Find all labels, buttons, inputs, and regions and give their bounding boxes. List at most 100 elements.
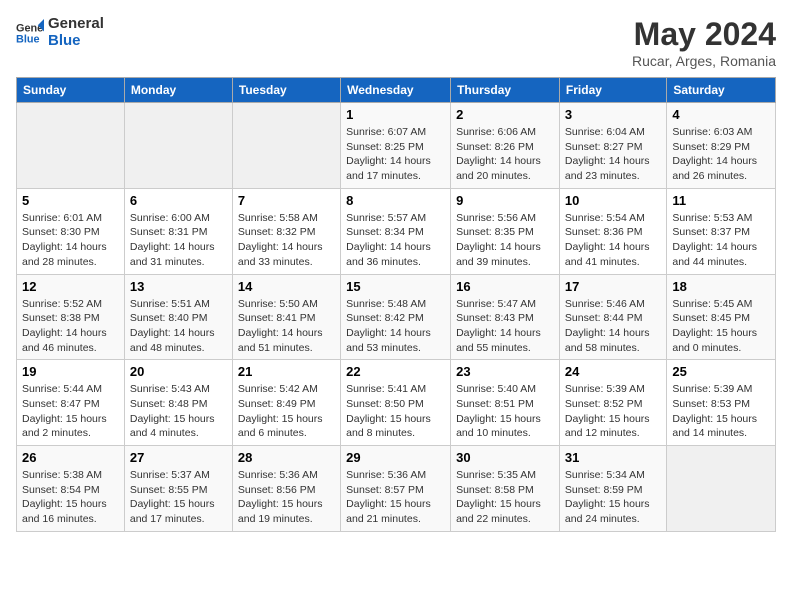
day-number: 22 bbox=[346, 364, 445, 379]
calendar-week-5: 26 Sunrise: 5:38 AM Sunset: 8:54 PM Dayli… bbox=[17, 446, 776, 532]
day-info: Sunrise: 5:40 AM Sunset: 8:51 PM Dayligh… bbox=[456, 382, 554, 441]
calendar-cell: 12Sunrise: 5:52 AM Sunset: 8:38 PM Dayli… bbox=[17, 274, 125, 360]
calendar-cell: 4Sunrise: 6:03 AM Sunset: 8:29 PM Daylig… bbox=[667, 103, 776, 189]
day-number: 27 bbox=[130, 450, 227, 465]
calendar-cell: 22 Sunrise: 5:41 AM Sunset: 8:50 PM Dayli… bbox=[341, 360, 451, 446]
calendar-week-2: 5 Sunrise: 6:01 AM Sunset: 8:30 PM Daylig… bbox=[17, 188, 776, 274]
logo: General Blue General Blue bbox=[16, 16, 104, 49]
calendar-cell: 25Sunrise: 5:39 AM Sunset: 8:53 PM Dayli… bbox=[667, 360, 776, 446]
day-info: Sunrise: 5:36 AM Sunset: 8:56 PM Dayligh… bbox=[238, 468, 335, 527]
day-number: 5 bbox=[22, 193, 119, 208]
day-info: Sunrise: 5:57 AM Sunset: 8:34 PM Dayligh… bbox=[346, 211, 445, 270]
day-info: Sunrise: 5:45 AM Sunset: 8:45 PM Dayligh… bbox=[672, 297, 770, 356]
day-number: 30 bbox=[456, 450, 554, 465]
day-info: Sunrise: 6:07 AM Sunset: 8:25 PM Dayligh… bbox=[346, 125, 445, 184]
calendar-cell: 31 Sunrise: 5:34 AM Sunset: 8:59 PM Dayli… bbox=[559, 446, 666, 532]
day-info: Sunrise: 5:36 AM Sunset: 8:57 PM Dayligh… bbox=[346, 468, 445, 527]
calendar-cell: 7Sunrise: 5:58 AM Sunset: 8:32 PM Daylig… bbox=[232, 188, 340, 274]
day-number: 15 bbox=[346, 279, 445, 294]
title-block: May 2024 Rucar, Arges, Romania bbox=[632, 16, 776, 69]
calendar-cell: 26 Sunrise: 5:38 AM Sunset: 8:54 PM Dayli… bbox=[17, 446, 125, 532]
day-info: Sunrise: 5:48 AM Sunset: 8:42 PM Dayligh… bbox=[346, 297, 445, 356]
calendar-cell: 2Sunrise: 6:06 AM Sunset: 8:26 PM Daylig… bbox=[451, 103, 560, 189]
day-info: Sunrise: 5:34 AM Sunset: 8:59 PM Dayligh… bbox=[565, 468, 661, 527]
day-number: 7 bbox=[238, 193, 335, 208]
calendar-week-1: 1Sunrise: 6:07 AM Sunset: 8:25 PM Daylig… bbox=[17, 103, 776, 189]
day-number: 9 bbox=[456, 193, 554, 208]
calendar-cell: 23 Sunrise: 5:40 AM Sunset: 8:51 PM Dayli… bbox=[451, 360, 560, 446]
weekday-header-thursday: Thursday bbox=[451, 78, 560, 103]
calendar-cell: 5 Sunrise: 6:01 AM Sunset: 8:30 PM Daylig… bbox=[17, 188, 125, 274]
weekday-header-monday: Monday bbox=[124, 78, 232, 103]
day-number: 8 bbox=[346, 193, 445, 208]
day-number: 24 bbox=[565, 364, 661, 379]
day-info: Sunrise: 5:39 AM Sunset: 8:53 PM Dayligh… bbox=[672, 382, 770, 441]
day-number: 2 bbox=[456, 107, 554, 122]
day-info: Sunrise: 5:44 AM Sunset: 8:47 PM Dayligh… bbox=[22, 382, 119, 441]
calendar-cell: 16Sunrise: 5:47 AM Sunset: 8:43 PM Dayli… bbox=[451, 274, 560, 360]
weekday-header-saturday: Saturday bbox=[667, 78, 776, 103]
day-info: Sunrise: 5:37 AM Sunset: 8:55 PM Dayligh… bbox=[130, 468, 227, 527]
day-info: Sunrise: 5:53 AM Sunset: 8:37 PM Dayligh… bbox=[672, 211, 770, 270]
day-number: 23 bbox=[456, 364, 554, 379]
day-number: 21 bbox=[238, 364, 335, 379]
calendar-cell: 30 Sunrise: 5:35 AM Sunset: 8:58 PM Dayli… bbox=[451, 446, 560, 532]
calendar-cell: 18 Sunrise: 5:45 AM Sunset: 8:45 PM Dayli… bbox=[667, 274, 776, 360]
location-subtitle: Rucar, Arges, Romania bbox=[632, 53, 776, 69]
day-number: 13 bbox=[130, 279, 227, 294]
day-number: 19 bbox=[22, 364, 119, 379]
calendar-cell: 8 Sunrise: 5:57 AM Sunset: 8:34 PM Daylig… bbox=[341, 188, 451, 274]
day-number: 12 bbox=[22, 279, 119, 294]
weekday-header-wednesday: Wednesday bbox=[341, 78, 451, 103]
day-info: Sunrise: 5:38 AM Sunset: 8:54 PM Dayligh… bbox=[22, 468, 119, 527]
day-number: 10 bbox=[565, 193, 661, 208]
day-info: Sunrise: 5:51 AM Sunset: 8:40 PM Dayligh… bbox=[130, 297, 227, 356]
day-number: 3 bbox=[565, 107, 661, 122]
weekday-header-friday: Friday bbox=[559, 78, 666, 103]
calendar-week-3: 12Sunrise: 5:52 AM Sunset: 8:38 PM Dayli… bbox=[17, 274, 776, 360]
calendar-cell: 27 Sunrise: 5:37 AM Sunset: 8:55 PM Dayli… bbox=[124, 446, 232, 532]
day-number: 28 bbox=[238, 450, 335, 465]
calendar-cell: 11 Sunrise: 5:53 AM Sunset: 8:37 PM Dayli… bbox=[667, 188, 776, 274]
day-info: Sunrise: 5:54 AM Sunset: 8:36 PM Dayligh… bbox=[565, 211, 661, 270]
day-info: Sunrise: 6:01 AM Sunset: 8:30 PM Dayligh… bbox=[22, 211, 119, 270]
calendar-cell: 15 Sunrise: 5:48 AM Sunset: 8:42 PM Dayli… bbox=[341, 274, 451, 360]
calendar-cell: 19 Sunrise: 5:44 AM Sunset: 8:47 PM Dayli… bbox=[17, 360, 125, 446]
svg-text:Blue: Blue bbox=[16, 33, 40, 45]
weekday-header-row: SundayMondayTuesdayWednesdayThursdayFrid… bbox=[17, 78, 776, 103]
day-number: 20 bbox=[130, 364, 227, 379]
day-info: Sunrise: 6:04 AM Sunset: 8:27 PM Dayligh… bbox=[565, 125, 661, 184]
day-number: 26 bbox=[22, 450, 119, 465]
day-number: 16 bbox=[456, 279, 554, 294]
calendar-cell: 17 Sunrise: 5:46 AM Sunset: 8:44 PM Dayli… bbox=[559, 274, 666, 360]
logo-general-text: General bbox=[48, 16, 104, 33]
calendar-cell: 20 Sunrise: 5:43 AM Sunset: 8:48 PM Dayli… bbox=[124, 360, 232, 446]
day-info: Sunrise: 5:56 AM Sunset: 8:35 PM Dayligh… bbox=[456, 211, 554, 270]
calendar-cell: 28 Sunrise: 5:36 AM Sunset: 8:56 PM Dayli… bbox=[232, 446, 340, 532]
weekday-header-sunday: Sunday bbox=[17, 78, 125, 103]
day-info: Sunrise: 5:50 AM Sunset: 8:41 PM Dayligh… bbox=[238, 297, 335, 356]
calendar-cell: 13 Sunrise: 5:51 AM Sunset: 8:40 PM Dayli… bbox=[124, 274, 232, 360]
day-number: 31 bbox=[565, 450, 661, 465]
calendar-cell bbox=[667, 446, 776, 532]
day-info: Sunrise: 5:43 AM Sunset: 8:48 PM Dayligh… bbox=[130, 382, 227, 441]
day-number: 11 bbox=[672, 193, 770, 208]
calendar-cell: 10 Sunrise: 5:54 AM Sunset: 8:36 PM Dayli… bbox=[559, 188, 666, 274]
calendar-cell: 6Sunrise: 6:00 AM Sunset: 8:31 PM Daylig… bbox=[124, 188, 232, 274]
day-number: 17 bbox=[565, 279, 661, 294]
day-info: Sunrise: 5:39 AM Sunset: 8:52 PM Dayligh… bbox=[565, 382, 661, 441]
day-number: 4 bbox=[672, 107, 770, 122]
calendar-cell: 24 Sunrise: 5:39 AM Sunset: 8:52 PM Dayli… bbox=[559, 360, 666, 446]
day-info: Sunrise: 5:35 AM Sunset: 8:58 PM Dayligh… bbox=[456, 468, 554, 527]
weekday-header-tuesday: Tuesday bbox=[232, 78, 340, 103]
page-header: General Blue General Blue May 2024 Rucar… bbox=[16, 16, 776, 69]
day-number: 18 bbox=[672, 279, 770, 294]
day-info: Sunrise: 5:46 AM Sunset: 8:44 PM Dayligh… bbox=[565, 297, 661, 356]
calendar-cell: 3 Sunrise: 6:04 AM Sunset: 8:27 PM Daylig… bbox=[559, 103, 666, 189]
day-info: Sunrise: 5:41 AM Sunset: 8:50 PM Dayligh… bbox=[346, 382, 445, 441]
day-number: 14 bbox=[238, 279, 335, 294]
logo-icon: General Blue bbox=[16, 19, 44, 47]
calendar-week-4: 19 Sunrise: 5:44 AM Sunset: 8:47 PM Dayli… bbox=[17, 360, 776, 446]
day-info: Sunrise: 6:00 AM Sunset: 8:31 PM Dayligh… bbox=[130, 211, 227, 270]
calendar-cell: 9 Sunrise: 5:56 AM Sunset: 8:35 PM Daylig… bbox=[451, 188, 560, 274]
